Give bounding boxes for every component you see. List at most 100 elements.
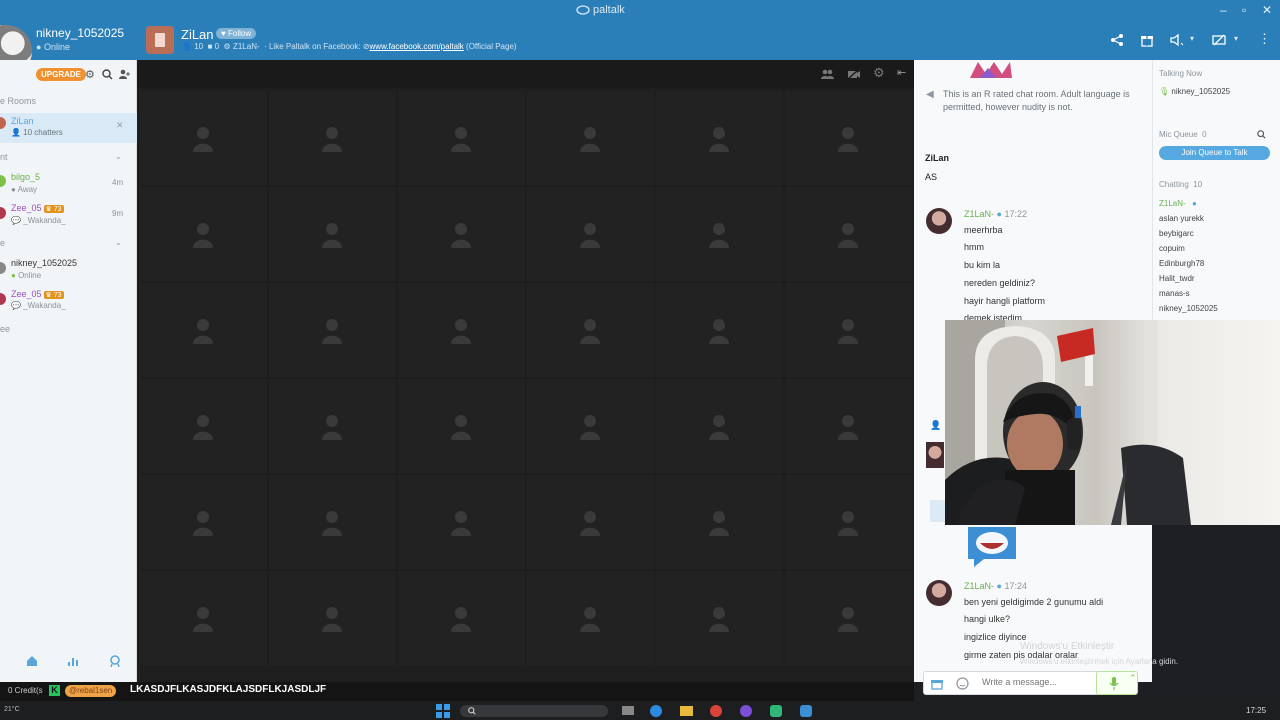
camera-off-icon[interactable] bbox=[847, 68, 860, 80]
chatter-item[interactable]: manas-s bbox=[1159, 289, 1190, 298]
ticker-username[interactable]: @rebal1sen bbox=[65, 685, 117, 697]
video-slot[interactable] bbox=[269, 379, 396, 473]
emoji-icon[interactable] bbox=[956, 677, 969, 690]
video-slot[interactable] bbox=[398, 475, 525, 569]
chevron-down-icon[interactable]: ⌄ bbox=[115, 238, 122, 247]
gear-icon[interactable]: ⚙ bbox=[85, 68, 95, 81]
more-menu-icon[interactable]: ⋮ bbox=[1258, 31, 1271, 47]
users-icon[interactable] bbox=[821, 68, 834, 80]
volume-icon[interactable] bbox=[1169, 33, 1185, 47]
collapse-icon[interactable]: ⇤ bbox=[897, 66, 906, 79]
talk-button[interactable]: ⌃ bbox=[1096, 671, 1138, 695]
search-icon[interactable] bbox=[102, 69, 113, 80]
upgrade-button[interactable]: UPGRADE bbox=[36, 68, 87, 81]
video-slot[interactable] bbox=[398, 91, 525, 185]
video-slot[interactable] bbox=[140, 283, 267, 377]
chatter-item[interactable]: copuim bbox=[1159, 244, 1185, 253]
close-button[interactable]: ✕ bbox=[1262, 3, 1272, 17]
chevron-down-icon[interactable]: ▾ bbox=[1234, 34, 1238, 43]
video-slot[interactable] bbox=[656, 571, 783, 665]
maximize-button[interactable]: ▫ bbox=[1242, 3, 1246, 17]
chevron-up-icon[interactable]: ⌃ bbox=[1129, 673, 1137, 684]
video-slot[interactable] bbox=[140, 379, 267, 473]
chevron-down-icon[interactable]: ▾ bbox=[1190, 34, 1194, 43]
video-slot[interactable] bbox=[527, 91, 654, 185]
chatter-item[interactable]: beybigarc bbox=[1159, 229, 1194, 238]
folder-icon[interactable] bbox=[680, 706, 693, 716]
chrome-icon[interactable] bbox=[710, 705, 722, 717]
room-owner[interactable]: Z1LaN- bbox=[233, 42, 260, 51]
sender-avatar[interactable] bbox=[926, 580, 952, 606]
weather-temperature[interactable]: 21°C bbox=[4, 706, 20, 713]
message-author[interactable]: Z1LaN- ● 17:22 bbox=[964, 209, 1027, 219]
video-slot[interactable] bbox=[785, 283, 912, 377]
video-slot[interactable] bbox=[656, 379, 783, 473]
chatter-item[interactable]: Z1LaN- bbox=[1159, 199, 1186, 208]
video-slot[interactable] bbox=[527, 379, 654, 473]
video-slot[interactable] bbox=[140, 475, 267, 569]
video-slot[interactable] bbox=[527, 187, 654, 281]
gift-icon[interactable] bbox=[931, 678, 943, 690]
video-slot[interactable] bbox=[656, 475, 783, 569]
taskbar-search[interactable] bbox=[460, 705, 608, 717]
add-user-icon[interactable] bbox=[119, 69, 130, 80]
video-slot[interactable] bbox=[527, 571, 654, 665]
video-slot[interactable] bbox=[269, 283, 396, 377]
webcam-overlay[interactable] bbox=[945, 320, 1280, 525]
video-slot[interactable] bbox=[785, 571, 912, 665]
talking-user[interactable]: 🎙 nikney_1052025 bbox=[1159, 87, 1230, 96]
edge-icon[interactable] bbox=[650, 705, 662, 717]
share-icon[interactable] bbox=[1110, 33, 1124, 47]
app-icon[interactable] bbox=[770, 705, 782, 717]
facebook-link[interactable]: www.facebook.com/paltalk bbox=[370, 42, 464, 51]
close-icon[interactable]: ✕ bbox=[116, 120, 124, 131]
search-icon[interactable] bbox=[1257, 130, 1266, 139]
message-input[interactable] bbox=[982, 677, 1060, 687]
video-slot[interactable] bbox=[656, 91, 783, 185]
user-status[interactable]: ● Online bbox=[36, 42, 70, 52]
video-slot[interactable] bbox=[269, 475, 396, 569]
video-slot[interactable] bbox=[269, 187, 396, 281]
chatter-item[interactable]: aslan yurekk bbox=[1159, 214, 1204, 223]
minimize-button[interactable]: – bbox=[1220, 3, 1227, 17]
video-slot[interactable] bbox=[269, 571, 396, 665]
task-view-icon[interactable] bbox=[622, 706, 634, 715]
sender-avatar[interactable] bbox=[926, 442, 944, 468]
follow-button[interactable]: ♥ Follow bbox=[216, 28, 257, 39]
taskbar-clock[interactable]: 17:25 bbox=[1246, 706, 1266, 715]
video-slot[interactable] bbox=[140, 187, 267, 281]
gift-icon[interactable] bbox=[1140, 33, 1154, 47]
video-slot[interactable] bbox=[785, 187, 912, 281]
gear-icon[interactable]: ⚙ bbox=[873, 65, 885, 81]
message-author[interactable]: Z1LaN- ● 17:24 bbox=[964, 581, 1027, 591]
video-slot[interactable] bbox=[785, 475, 912, 569]
video-slot[interactable] bbox=[398, 571, 525, 665]
camera-off-icon[interactable] bbox=[1211, 33, 1227, 47]
video-slot[interactable] bbox=[785, 379, 912, 473]
paltalk-taskbar-icon[interactable] bbox=[800, 705, 812, 717]
video-slot[interactable] bbox=[785, 91, 912, 185]
sidebar-item-room[interactable]: ZiLan 👤 10 chatters ✕ bbox=[0, 113, 137, 143]
sender-avatar[interactable] bbox=[926, 208, 952, 234]
credits-label[interactable]: 0 Credit(s bbox=[8, 686, 43, 695]
video-slot[interactable] bbox=[656, 187, 783, 281]
join-queue-button[interactable]: Join Queue to Talk bbox=[1159, 146, 1270, 160]
award-icon[interactable] bbox=[109, 655, 121, 667]
start-icon[interactable] bbox=[436, 704, 450, 718]
stats-icon[interactable] bbox=[67, 655, 79, 667]
video-slot[interactable] bbox=[398, 187, 525, 281]
video-slot[interactable] bbox=[398, 379, 525, 473]
chevron-down-icon[interactable]: ⌄ bbox=[115, 152, 122, 161]
video-slot[interactable] bbox=[656, 283, 783, 377]
video-slot[interactable] bbox=[140, 571, 267, 665]
video-slot[interactable] bbox=[269, 91, 396, 185]
username[interactable]: nikney_1052025 bbox=[36, 26, 124, 40]
video-slot[interactable] bbox=[140, 91, 267, 185]
chatter-item[interactable]: nikney_1052025 bbox=[1159, 304, 1218, 313]
video-slot[interactable] bbox=[527, 283, 654, 377]
app-icon[interactable] bbox=[740, 705, 752, 717]
home-icon[interactable] bbox=[26, 655, 38, 667]
chatter-item[interactable]: Edinburgh78 bbox=[1159, 259, 1204, 268]
video-slot[interactable] bbox=[527, 475, 654, 569]
chatter-item[interactable]: Halit_twdr bbox=[1159, 274, 1195, 283]
